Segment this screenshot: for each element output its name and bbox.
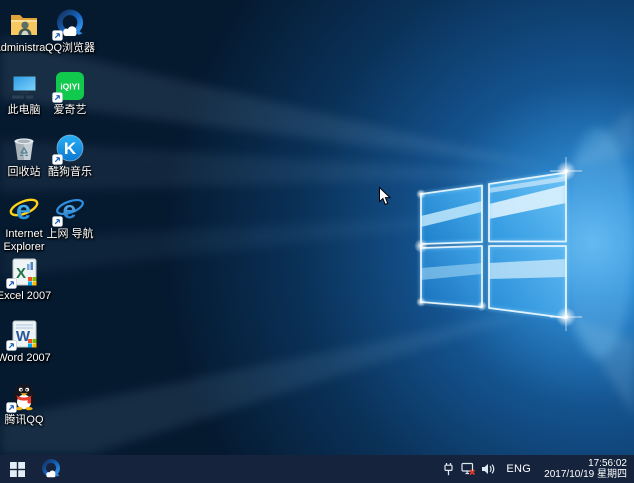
shortcut-arrow-icon bbox=[52, 30, 63, 41]
excel-2007-icon: X bbox=[8, 256, 40, 288]
taskbar-qq-browser-button[interactable] bbox=[34, 455, 68, 483]
svg-text:iQIYI: iQIYI bbox=[60, 82, 79, 92]
word-2007-icon: W bbox=[8, 318, 40, 350]
desktop: Administra... QQ浏览器 bbox=[0, 0, 634, 455]
shortcut-arrow-icon bbox=[6, 340, 17, 351]
windows-logo-icon bbox=[10, 462, 25, 477]
icon-label: QQ浏览器 bbox=[45, 42, 95, 55]
taskbar-clock[interactable]: 17:56:02 2017/10/19 星期四 bbox=[540, 455, 631, 483]
shortcut-arrow-icon bbox=[52, 216, 63, 227]
mouse-cursor bbox=[378, 186, 392, 206]
shortcut-arrow-icon bbox=[6, 402, 17, 413]
system-tray: ENG 17:56:02 2017/10/19 星期四 bbox=[440, 455, 634, 483]
shortcut-arrow-icon bbox=[52, 154, 63, 165]
desktop-icon-iqiyi[interactable]: iQIYI 爱奇艺 bbox=[36, 70, 104, 117]
svg-text:e: e bbox=[16, 195, 31, 225]
icon-label: 酷狗音乐 bbox=[48, 166, 92, 179]
svg-text:e: e bbox=[63, 197, 77, 225]
desktop-icon-qq-browser[interactable]: QQ浏览器 bbox=[36, 8, 104, 55]
iqiyi-icon: iQIYI bbox=[54, 70, 86, 102]
volume-tray-icon[interactable] bbox=[480, 455, 497, 483]
taskbar: ENG 17:56:02 2017/10/19 星期四 bbox=[0, 455, 634, 483]
qq-penguin-icon bbox=[8, 380, 40, 412]
desktop-icon-tencent-qq[interactable]: 腾讯QQ bbox=[0, 380, 58, 427]
icon-label: Excel 2007 bbox=[0, 290, 51, 303]
desktop-icon-web-navigation[interactable]: e 上网 导航 bbox=[36, 194, 104, 241]
shortcut-arrow-icon bbox=[52, 92, 63, 103]
network-disconnected-tray-icon[interactable] bbox=[460, 455, 477, 483]
qq-browser-icon bbox=[54, 8, 86, 40]
desktop-icon-excel-2007[interactable]: X Excel 2007 bbox=[0, 256, 58, 303]
language-indicator[interactable]: ENG bbox=[500, 455, 537, 483]
qq-browser-icon bbox=[40, 458, 62, 480]
clock-time: 17:56:02 bbox=[588, 458, 627, 470]
icon-label: 腾讯QQ bbox=[4, 414, 43, 427]
shortcut-arrow-icon bbox=[6, 278, 17, 289]
web-navigation-icon: e bbox=[54, 194, 86, 226]
icon-label: Word 2007 bbox=[0, 352, 51, 365]
clock-date: 2017/10/19 星期四 bbox=[544, 469, 627, 481]
icon-label: 爱奇艺 bbox=[54, 104, 87, 117]
desktop-icon-word-2007[interactable]: W Word 2007 bbox=[0, 318, 58, 365]
usb-tray-icon[interactable] bbox=[440, 455, 457, 483]
icon-label: 上网 导航 bbox=[46, 228, 93, 241]
svg-text:X: X bbox=[16, 265, 26, 282]
svg-text:K: K bbox=[64, 139, 77, 158]
desktop-icon-kugou-music[interactable]: K 酷狗音乐 bbox=[36, 132, 104, 179]
start-button[interactable] bbox=[0, 455, 34, 483]
kugou-music-icon: K bbox=[54, 132, 86, 164]
